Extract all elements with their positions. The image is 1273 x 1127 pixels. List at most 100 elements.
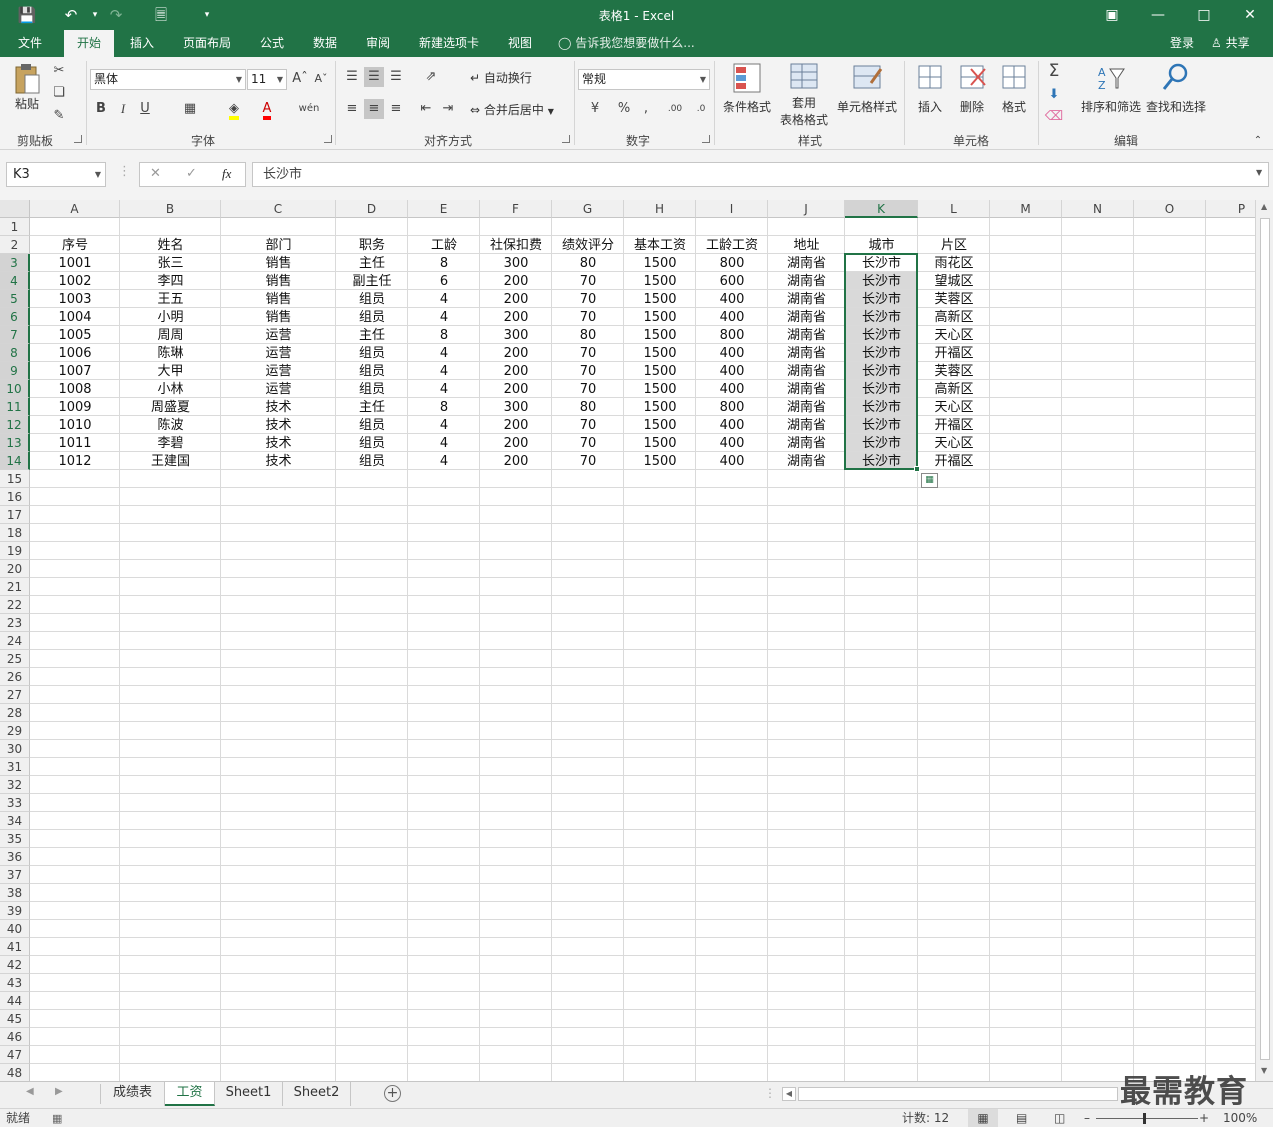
sort-filter-button[interactable]: AZ 排序和筛选 — [1080, 61, 1142, 115]
italic-button[interactable]: I — [114, 99, 132, 119]
table-cell[interactable]: 运营 — [221, 380, 336, 398]
expand-formula-icon[interactable]: ▼ — [1256, 168, 1262, 177]
table-cell[interactable]: 4 — [408, 452, 480, 470]
row-header[interactable]: 14 — [0, 452, 30, 470]
horizontal-scroll-thumb[interactable] — [798, 1087, 1118, 1101]
row-header[interactable]: 13 — [0, 434, 30, 452]
table-cell[interactable]: 1500 — [624, 362, 696, 380]
currency-icon[interactable]: ¥ — [582, 99, 608, 119]
percent-icon[interactable]: % — [614, 99, 634, 119]
row-header[interactable]: 46 — [0, 1028, 30, 1046]
column-header[interactable]: G — [552, 200, 624, 218]
table-cell[interactable]: 主任 — [336, 326, 408, 344]
name-box[interactable]: K3 ▼ — [6, 162, 106, 187]
table-cell[interactable]: 400 — [696, 434, 768, 452]
table-cell[interactable]: 400 — [696, 290, 768, 308]
format-as-table-button[interactable]: 套用 表格格式 — [776, 61, 832, 128]
table-cell[interactable]: 组员 — [336, 362, 408, 380]
table-cell[interactable]: 组员 — [336, 308, 408, 326]
undo-dropdown-icon[interactable]: ▾ — [84, 4, 106, 26]
header-cell[interactable]: 工龄工资 — [696, 236, 768, 254]
share-button[interactable]: ♙ 共享 — [1211, 30, 1250, 57]
table-cell[interactable]: 1006 — [30, 344, 120, 362]
sheet-tab-sheet1[interactable]: Sheet1 — [215, 1082, 283, 1106]
table-cell[interactable]: 技术 — [221, 398, 336, 416]
row-header[interactable]: 48 — [0, 1064, 30, 1081]
save-icon[interactable]: 💾 — [16, 4, 38, 26]
table-cell[interactable]: 4 — [408, 416, 480, 434]
table-cell[interactable]: 70 — [552, 380, 624, 398]
table-cell[interactable]: 1500 — [624, 290, 696, 308]
table-cell[interactable]: 70 — [552, 434, 624, 452]
table-cell[interactable]: 70 — [552, 290, 624, 308]
row-header[interactable]: 40 — [0, 920, 30, 938]
row-header[interactable]: 42 — [0, 956, 30, 974]
table-cell[interactable]: 4 — [408, 344, 480, 362]
merge-center-button[interactable]: ⇔ 合并后居中 ▼ — [470, 101, 570, 118]
column-header[interactable]: J — [768, 200, 845, 218]
table-cell[interactable]: 1500 — [624, 452, 696, 470]
table-cell[interactable]: 70 — [552, 452, 624, 470]
row-header[interactable]: 21 — [0, 578, 30, 596]
delete-cells-button[interactable]: 删除 — [952, 61, 992, 115]
orientation-icon[interactable]: ⇗ — [418, 67, 444, 87]
table-cell[interactable]: 运营 — [221, 326, 336, 344]
zoom-in-icon[interactable]: + — [1199, 1109, 1209, 1127]
table-cell[interactable]: 400 — [696, 452, 768, 470]
align-middle-icon[interactable]: ☰ — [364, 67, 384, 87]
table-cell[interactable]: 8 — [408, 398, 480, 416]
signin-link[interactable]: 登录 — [1170, 30, 1194, 57]
column-header[interactable]: P — [1206, 200, 1255, 218]
table-cell[interactable]: 主任 — [336, 254, 408, 272]
font-name-box[interactable]: 黑体 ▼ — [90, 69, 246, 90]
header-cell[interactable]: 部门 — [221, 236, 336, 254]
table-cell[interactable]: 400 — [696, 344, 768, 362]
table-cell[interactable]: 1008 — [30, 380, 120, 398]
header-cell[interactable]: 城市 — [845, 236, 918, 254]
row-header[interactable]: 11 — [0, 398, 30, 416]
fill-icon[interactable]: ⬇ — [1044, 85, 1064, 105]
tab-new[interactable]: 新建选项卡 — [412, 30, 486, 57]
quick-analysis-icon[interactable]: ▦ — [921, 473, 938, 488]
tab-home[interactable]: 开始 — [64, 30, 114, 57]
formula-input[interactable]: 长沙市 — [252, 162, 1269, 187]
wrap-text-button[interactable]: ↵ 自动换行 — [470, 69, 570, 86]
table-cell[interactable]: 1002 — [30, 272, 120, 290]
sheet-tab-sheet2[interactable]: Sheet2 — [283, 1082, 351, 1106]
table-cell[interactable]: 80 — [552, 326, 624, 344]
table-cell[interactable]: 4 — [408, 434, 480, 452]
enter-icon[interactable]: ✓ — [186, 166, 197, 181]
row-header[interactable]: 26 — [0, 668, 30, 686]
header-cell[interactable]: 职务 — [336, 236, 408, 254]
comma-icon[interactable]: , — [638, 99, 654, 119]
format-painter-icon[interactable]: ✎ — [50, 106, 68, 126]
row-header[interactable]: 4 — [0, 272, 30, 290]
table-cell[interactable]: 4 — [408, 290, 480, 308]
table-cell[interactable]: 技术 — [221, 452, 336, 470]
row-header[interactable]: 3 — [0, 254, 30, 272]
phonetic-icon[interactable]: wén — [298, 99, 320, 119]
table-cell[interactable]: 1500 — [624, 398, 696, 416]
customize-icon[interactable]: ▾ — [196, 4, 218, 26]
collapse-ribbon-icon[interactable]: ⌃ — [1250, 131, 1266, 151]
table-cell[interactable]: 70 — [552, 308, 624, 326]
copy-icon[interactable]: ❏ — [50, 83, 68, 103]
tab-page-layout[interactable]: 页面布局 — [176, 30, 238, 57]
table-cell[interactable]: 1500 — [624, 434, 696, 452]
table-cell[interactable]: 8 — [408, 326, 480, 344]
row-header[interactable]: 43 — [0, 974, 30, 992]
header-cell[interactable]: 序号 — [30, 236, 120, 254]
align-bottom-icon[interactable]: ☰ — [386, 67, 406, 87]
row-header[interactable]: 6 — [0, 308, 30, 326]
row-header[interactable]: 31 — [0, 758, 30, 776]
table-cell[interactable]: 湖南省 — [768, 290, 845, 308]
row-header[interactable]: 10 — [0, 380, 30, 398]
scroll-thumb[interactable] — [1260, 218, 1270, 1060]
header-cell[interactable]: 地址 — [768, 236, 845, 254]
row-header[interactable]: 18 — [0, 524, 30, 542]
column-header[interactable]: M — [990, 200, 1062, 218]
table-cell[interactable]: 800 — [696, 398, 768, 416]
table-cell[interactable]: 4 — [408, 380, 480, 398]
row-header[interactable]: 12 — [0, 416, 30, 434]
table-cell[interactable]: 开福区 — [918, 344, 990, 362]
